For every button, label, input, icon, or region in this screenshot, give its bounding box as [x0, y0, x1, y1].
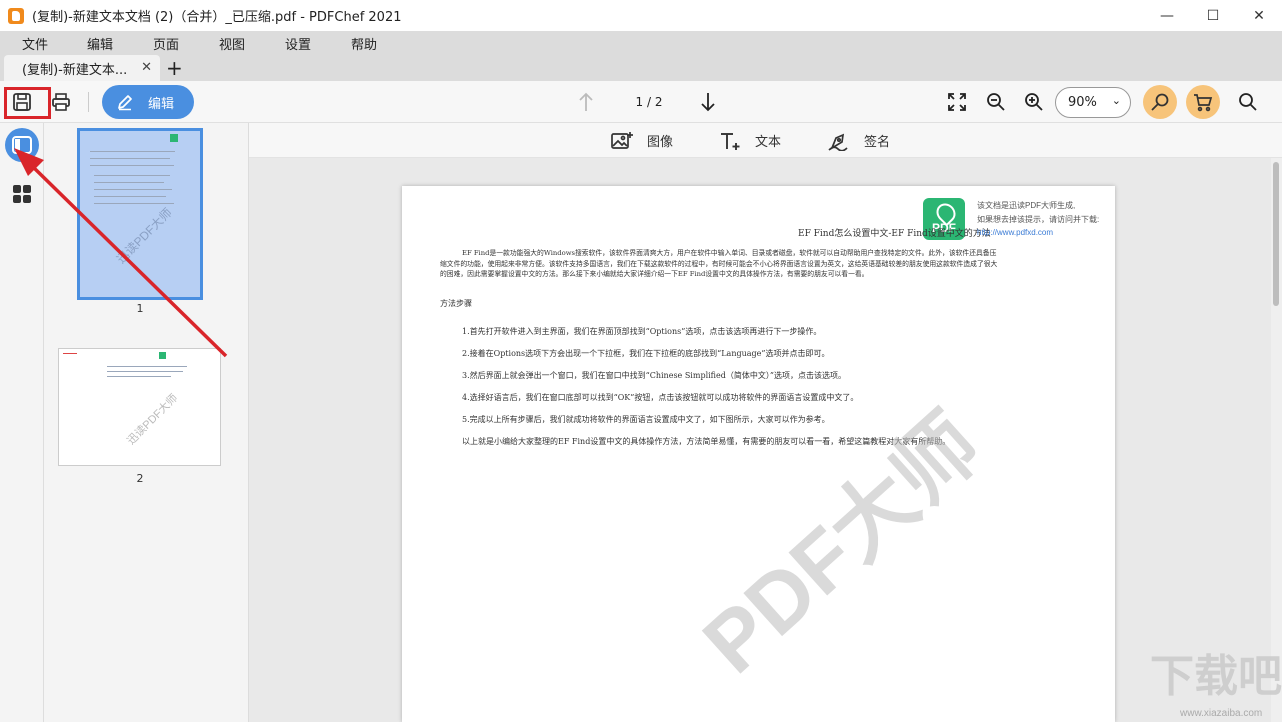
new-tab-button[interactable]: + [166, 56, 183, 80]
left-rail [0, 123, 44, 722]
cart-button[interactable] [1186, 85, 1220, 119]
thumbnail-page-number: 1 [136, 302, 144, 315]
tab-label: (复制)-新建文本... [22, 62, 128, 78]
title-bar: (复制)-新建文本文档 (2)（合并）_已压缩.pdf - PDFChef 20… [0, 0, 1282, 31]
toolbar-divider [88, 92, 89, 112]
maximize-button[interactable]: ☐ [1190, 0, 1236, 31]
insert-text-label: 文本 [755, 135, 782, 150]
tab-bar: (复制)-新建文本... ✕ + [0, 55, 1282, 81]
search-icon[interactable] [1237, 91, 1259, 113]
edit-button-label: 编辑 [148, 96, 175, 112]
next-page-icon[interactable] [698, 90, 718, 114]
window-title: (复制)-新建文本文档 (2)（合并）_已压缩.pdf - PDFChef 20… [32, 10, 402, 25]
signature-label: 签名 [864, 135, 891, 150]
tab-document[interactable]: (复制)-新建文本... ✕ [4, 55, 160, 81]
zoom-select[interactable]: 90% ⌄ [1055, 87, 1131, 118]
chevron-down-icon: ⌄ [1111, 94, 1121, 107]
window-controls: — ☐ ✕ [1144, 0, 1282, 31]
cart-icon [1194, 94, 1213, 112]
thumbnails-view-button[interactable] [5, 128, 39, 162]
print-icon[interactable] [50, 91, 72, 113]
grid-view-icon[interactable] [11, 183, 33, 205]
menu-view[interactable]: 视图 [219, 34, 245, 53]
sidebar-panel-icon [12, 136, 32, 154]
zoom-value: 90% [1068, 95, 1097, 110]
menu-settings[interactable]: 设置 [285, 34, 311, 53]
previous-page-icon[interactable] [576, 90, 596, 114]
insert-image-label: 图像 [647, 135, 674, 150]
step-4: 4.选择好语言后，我们在窗口底部可以找到“OK”按钮，点击该按钮就可以成功将软件… [462, 393, 859, 402]
step-5: 5.完成以上所有步骤后，我们就成功将软件的界面语言设置成中文了，如下图所示，大家… [462, 415, 830, 424]
text-icon [721, 132, 740, 150]
header-link[interactable]: http://www.pdfxd.com [977, 228, 1053, 237]
thumbnail-page-1[interactable]: 迅读PDF大师 [77, 128, 203, 300]
image-icon [611, 131, 633, 149]
edit-button[interactable]: 编辑 [102, 85, 194, 119]
fit-screen-icon[interactable] [946, 91, 968, 113]
scrollbar-thumb[interactable] [1273, 162, 1279, 306]
close-button[interactable]: ✕ [1236, 0, 1282, 31]
zoom-in-icon[interactable] [1023, 91, 1045, 113]
minimize-button[interactable]: — [1144, 0, 1190, 31]
thumbnail-page-2[interactable]: 迅读PDF大师 [58, 348, 221, 466]
insert-tools-bar: 图像 文本 签名 [249, 123, 1282, 158]
section-heading: 方法步骤 [440, 299, 472, 308]
thumbnail-watermark: 迅读PDF大师 [125, 392, 181, 448]
zoom-out-icon[interactable] [985, 91, 1007, 113]
page-indicator[interactable]: 1 / 2 [624, 95, 674, 109]
menu-page[interactable]: 页面 [153, 34, 179, 53]
tab-close-icon[interactable]: ✕ [141, 60, 152, 75]
page-watermark: PDF大师 [685, 396, 998, 691]
insert-image-tool[interactable]: 图像 [611, 123, 673, 158]
step-3: 3.然后界面上就会弹出一个窗口，我们在窗口中找到“Chinese Simplif… [462, 371, 846, 380]
pencil-icon [118, 95, 132, 111]
document-title: EF Find怎么设置中文-EF Find设置中文的方法 [798, 229, 991, 239]
search-tool-button[interactable] [1143, 85, 1177, 119]
save-highlight-box [4, 87, 51, 119]
document-intro: EF Find是一款功能强大的Windows搜索软件，该软件界面清爽大方，用户在… [440, 249, 998, 278]
step-2: 2.接着在Options选项下方会出现一个下拉框，我们在下拉框的底部找到“Lan… [462, 349, 830, 358]
app-logo-icon [8, 7, 24, 24]
menu-help[interactable]: 帮助 [351, 34, 377, 53]
thumbnail-page-number: 2 [136, 472, 144, 485]
search-tool-icon [1151, 93, 1169, 111]
signature-pen-icon [828, 133, 848, 151]
header-note-line-2: 如果想去掉该提示，请访问并下载: [977, 215, 1100, 224]
header-note-line-1: 该文档是迅读PDF大师生成, [977, 201, 1076, 210]
insert-text-tool[interactable]: 文本 [719, 123, 781, 158]
menu-edit[interactable]: 编辑 [87, 34, 113, 53]
thumbnail-watermark: 迅读PDF大师 [113, 205, 175, 267]
step-1: 1.首先打开软件进入到主界面，我们在界面顶部找到“Options”选项，点击该选… [462, 327, 822, 336]
pdf-page[interactable]: PDF 该文档是迅读PDF大师生成, 如果想去掉该提示，请访问并下载: EF F… [402, 186, 1115, 722]
menu-bar: 文件 编辑 页面 视图 设置 帮助 [0, 31, 1282, 55]
menu-file[interactable]: 文件 [22, 34, 48, 53]
vertical-scrollbar[interactable] [1271, 158, 1282, 722]
signature-tool[interactable]: 签名 [828, 123, 890, 158]
site-watermark-url: www.xiazaiba.com [1180, 708, 1263, 719]
